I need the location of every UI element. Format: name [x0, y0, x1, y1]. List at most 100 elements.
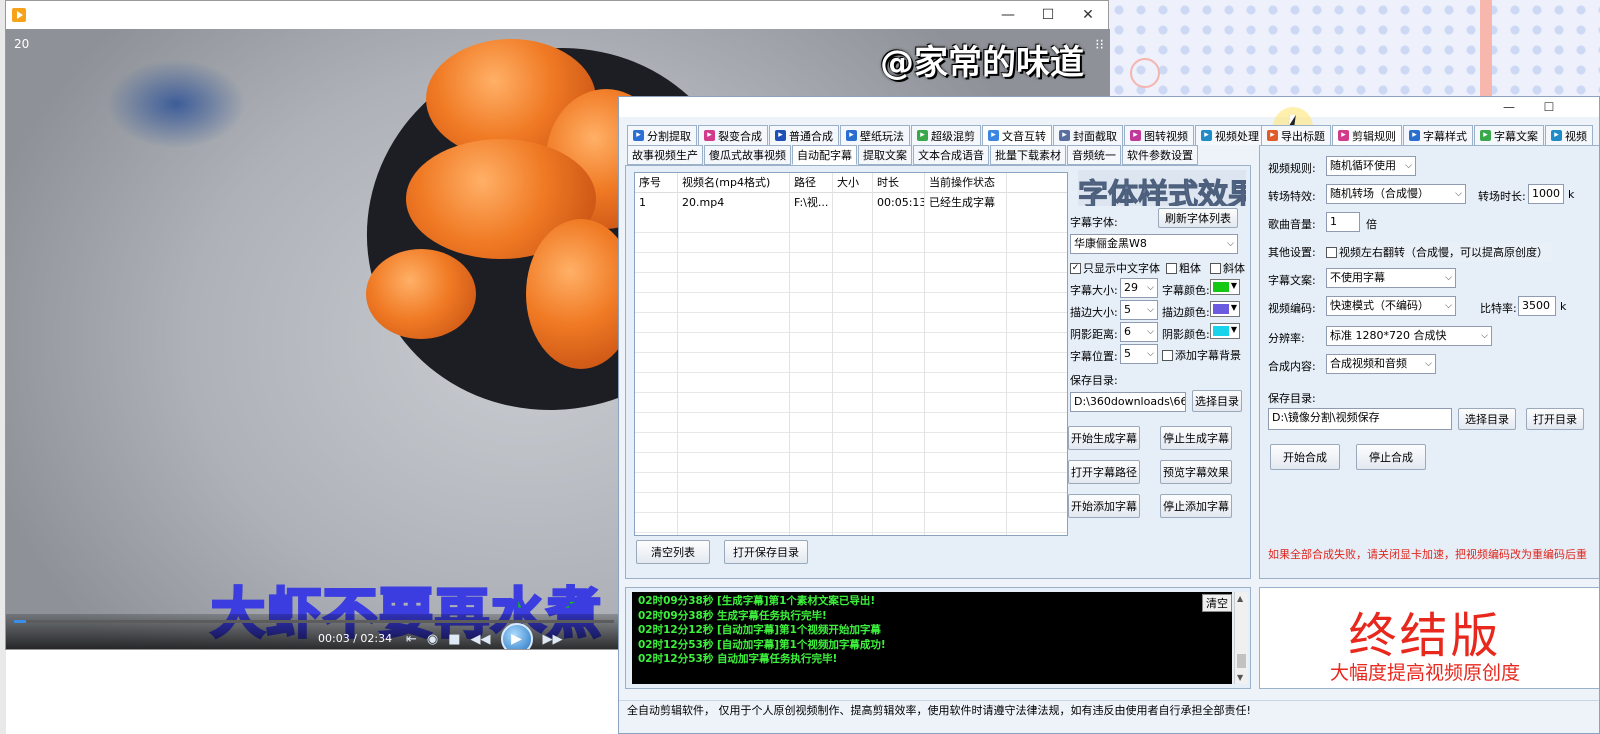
play-icon[interactable]: ▶ [500, 623, 533, 649]
start-compose-button[interactable]: 开始合成 [1270, 444, 1340, 470]
table-header-cell[interactable]: 大小 [833, 173, 873, 193]
tab-right-0[interactable]: ▸ 导出标题 [1261, 125, 1331, 145]
clear-list-button[interactable]: 清空列表 [636, 540, 710, 564]
minimize-icon[interactable]: — [988, 1, 1028, 29]
table-cell: F:\视... [790, 193, 833, 213]
tab-main-1[interactable]: ▸ 裂变合成 [698, 125, 768, 145]
table-header-cell[interactable]: 视频名(mp4格式) [678, 173, 790, 193]
progress-bar[interactable] [14, 620, 614, 623]
transition-time-input[interactable]: 1000 [1528, 184, 1564, 204]
table-header-cell[interactable]: 序号 [635, 173, 678, 193]
tab-sub-7[interactable]: 软件参数设置 [1122, 145, 1198, 165]
right-choose-dir-button[interactable]: 选择目录 [1458, 408, 1516, 430]
tab-right-4[interactable]: ▸ 视频 [1545, 125, 1593, 145]
stop-generate-button[interactable]: 停止生成字幕 [1160, 426, 1232, 450]
stroke-size-select[interactable]: 5 ⌵ [1120, 300, 1158, 320]
previous-icon[interactable]: ⇤ [406, 632, 417, 647]
right-save-dir-input[interactable]: D:\镜像分割\视频保存 [1268, 408, 1452, 430]
font-select[interactable]: 华康俪金黑W8 ⌵ [1070, 234, 1238, 254]
tab-main-0[interactable]: ▸ 分割提取 [627, 125, 697, 145]
rewind-icon[interactable]: ◀◀ [471, 632, 491, 647]
tab-main-5[interactable]: ▸ 文音互转 [982, 125, 1052, 145]
player-titlebar[interactable]: — ☐ ✕ [6, 1, 1108, 29]
tab-sub-1[interactable]: 傻瓜式故事视频 [704, 145, 791, 165]
stop-compose-button[interactable]: 停止合成 [1356, 444, 1426, 470]
chevron-down-icon: ⌵ [1147, 327, 1154, 337]
font-size-select[interactable]: 29 ⌵ [1120, 278, 1158, 298]
maximize-icon[interactable]: ☐ [1529, 97, 1569, 117]
open-subtitle-path-button[interactable]: 打开字幕路径 [1068, 460, 1140, 484]
tab-sub-3[interactable]: 提取文案 [858, 145, 912, 165]
stop-icon[interactable]: ■ [448, 632, 460, 647]
tab-sub-5[interactable]: 批量下载素材 [990, 145, 1066, 165]
open-dir-button[interactable]: 打开目录 [1526, 408, 1584, 430]
content-select[interactable]: 合成视频和音频 ⌵ [1326, 354, 1436, 374]
tab-right-1[interactable]: ▸ 剪辑规则 [1332, 125, 1402, 145]
tab-sub-4[interactable]: 文本合成语音 [913, 145, 989, 165]
volume-input[interactable]: 1 [1326, 212, 1360, 232]
resolution-select[interactable]: 标准 1280*720 合成快 ⌵ [1326, 326, 1492, 346]
tab-sub-2[interactable]: 自动配字幕 [792, 145, 857, 165]
bitrate-input[interactable]: 3500 [1518, 296, 1556, 316]
open-save-dir-button[interactable]: 打开保存目录 [724, 540, 808, 564]
start-add-button[interactable]: 开始添加字幕 [1068, 494, 1140, 518]
table-header-cell[interactable]: 时长 [873, 173, 925, 193]
bold-checkbox[interactable]: 粗体 [1166, 260, 1201, 276]
tab-icon: ▸ [1551, 130, 1562, 141]
bold-label: 粗体 [1179, 262, 1201, 275]
tab-main-2[interactable]: ▸ 普通合成 [769, 125, 839, 145]
fast-forward-icon[interactable]: ▶▶ [543, 632, 563, 647]
start-generate-button[interactable]: 开始生成字幕 [1068, 426, 1140, 450]
shadow-color-picker[interactable]: ▼ [1210, 323, 1240, 339]
choose-dir-button[interactable]: 选择目录 [1192, 390, 1242, 412]
subtitle-text-select[interactable]: 不使用字幕 ⌵ [1326, 268, 1456, 288]
flip-checkbox[interactable]: 视频左右翻转（合成慢，可以提高原创度） [1326, 243, 1552, 261]
encode-select[interactable]: 快速模式（不编码） ⌵ [1326, 296, 1456, 316]
tab-icon: ▸ [775, 130, 786, 141]
table-row[interactable]: 1 20.mp4 F:\视... 00:05:13 已经生成字幕 [635, 193, 1067, 213]
tab-icon: ▸ [633, 130, 644, 141]
save-dir-input[interactable]: D:\360downloads\66 [1070, 392, 1186, 412]
refresh-fonts-button[interactable]: 刷新字体列表 [1158, 208, 1238, 228]
stroke-color-picker[interactable]: ▼ [1210, 301, 1240, 317]
video-table[interactable]: 序号 视频名(mp4格式) 路径 大小 时长 当前操作状态 1 20.mp4 F:\视... 0… [634, 172, 1068, 536]
stop-icon[interactable]: ◉ [427, 632, 438, 647]
table-header-cell[interactable]: 路径 [790, 173, 833, 193]
shadow-distance-select[interactable]: 6 ⌵ [1120, 322, 1158, 342]
rule-select[interactable]: 随机循环使用 ⌵ [1326, 156, 1416, 176]
transition-select[interactable]: 随机转场（合成慢） ⌵ [1326, 184, 1466, 204]
minimize-icon[interactable]: — [1489, 97, 1529, 117]
tab-icon: ▸ [1201, 130, 1212, 141]
scroll-thumb[interactable] [1237, 654, 1246, 668]
encode-value: 快速模式（不编码） [1330, 299, 1429, 312]
add-background-checkbox[interactable]: 添加字幕背景 [1162, 347, 1241, 363]
tab-right-2[interactable]: ▸ 字幕样式 [1403, 125, 1473, 145]
tab-sub-6[interactable]: 音频统一 [1067, 145, 1121, 165]
stop-add-button[interactable]: 停止添加字幕 [1160, 494, 1232, 518]
only-chinese-checkbox[interactable]: ✓ 只显示中文字体 [1070, 260, 1160, 276]
subtitle-position-select[interactable]: 5 ⌵ [1120, 344, 1158, 364]
log-scrollbar[interactable]: ▲ ▼ [1234, 592, 1248, 684]
tab-main-7[interactable]: ▸ 图转视频 [1124, 125, 1194, 145]
font-color-picker[interactable]: ▼ [1210, 279, 1240, 295]
tab-main-8[interactable]: ▸ 视频处理 [1195, 125, 1265, 145]
tab-sub-0[interactable]: 故事视频生产 [627, 145, 703, 165]
log-line: 02时12分53秒 自动加字幕任务执行完毕! [638, 653, 838, 666]
chevron-down-icon: ⌵ [1481, 331, 1488, 341]
tab-main-6[interactable]: ▸ 封面截取 [1053, 125, 1123, 145]
plate-pattern [106, 59, 246, 149]
chevron-up-icon[interactable]: ▲ [1237, 594, 1243, 603]
maximize-icon[interactable]: ☐ [1028, 1, 1068, 29]
tool-titlebar[interactable]: — ☐ [619, 97, 1599, 117]
tab-main-3[interactable]: ▸ 壁纸玩法 [840, 125, 910, 145]
table-header-cell[interactable]: 当前操作状态 [925, 173, 1007, 193]
checkbox-icon [1162, 349, 1173, 361]
log-clear-button[interactable]: 清空 [1202, 594, 1232, 612]
preview-effect-button[interactable]: 预览字幕效果 [1160, 460, 1232, 484]
tab-main-4[interactable]: ▸ 超级混剪 [911, 125, 981, 145]
tab-right-3[interactable]: ▸ 字幕文案 [1474, 125, 1544, 145]
italic-checkbox[interactable]: 斜体 [1210, 260, 1245, 276]
chevron-down-icon[interactable]: ▼ [1237, 673, 1243, 682]
subtitle-tool-window[interactable]: — ☐ ▸ 分割提取 ▸ 裂变合成 ▸ 普通合成 ▸ 壁纸玩法 ▸ 超级混剪 ▸ 文音互转 ▸ 封面截取 ▸… [618, 96, 1600, 734]
close-icon[interactable]: ✕ [1068, 1, 1108, 29]
